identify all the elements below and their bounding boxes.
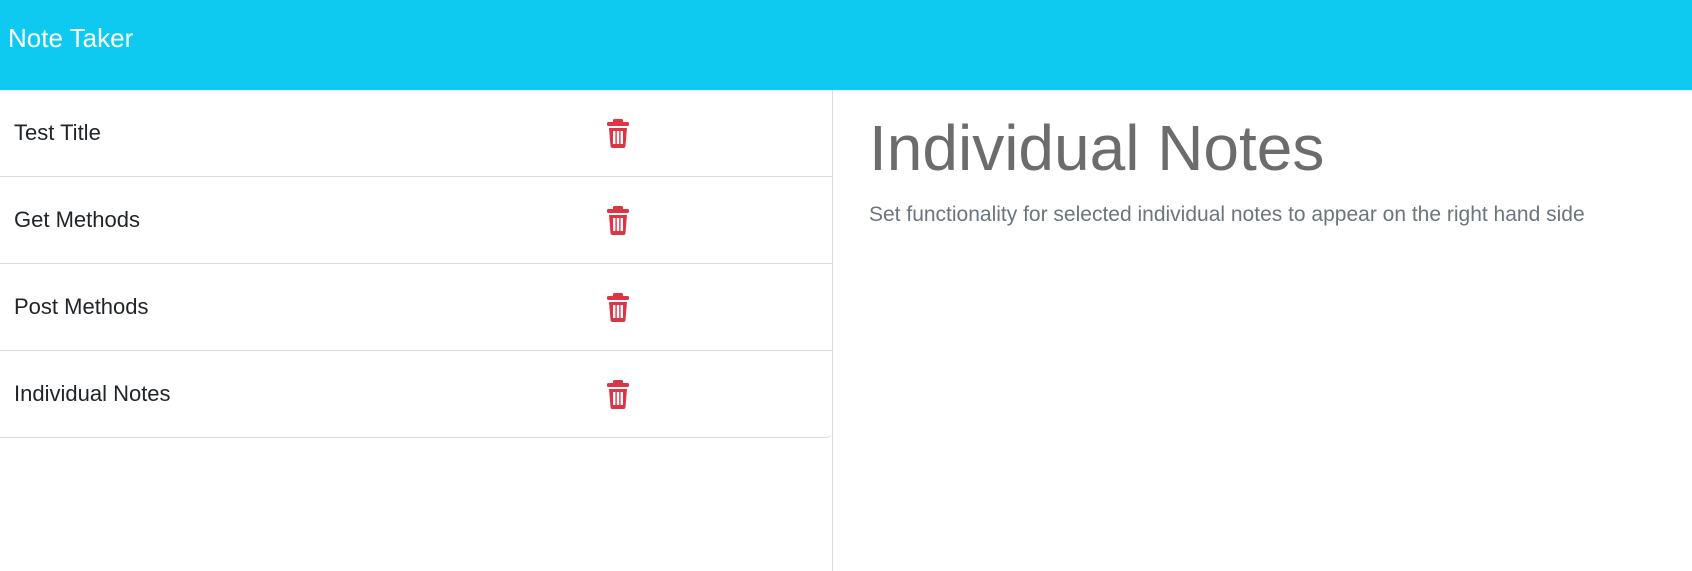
list-item[interactable]: Individual Notes xyxy=(0,351,832,438)
note-detail-title: Individual Notes xyxy=(869,112,1325,184)
navbar: Note Taker xyxy=(0,0,1692,90)
app-brand[interactable]: Note Taker xyxy=(8,22,133,54)
notes-list-panel: Test Title Get Methods Post Methods Indi… xyxy=(0,90,833,571)
trash-icon[interactable] xyxy=(604,292,632,322)
notes-list: Test Title Get Methods Post Methods Indi… xyxy=(0,90,832,438)
note-title[interactable]: Test Title xyxy=(14,90,101,176)
note-title[interactable]: Individual Notes xyxy=(14,351,171,437)
note-title[interactable]: Get Methods xyxy=(14,177,140,263)
trash-icon[interactable] xyxy=(604,118,632,148)
note-detail-text: Set functionality for selected individua… xyxy=(869,203,1585,226)
trash-icon[interactable] xyxy=(604,379,632,409)
note-title[interactable]: Post Methods xyxy=(14,264,149,350)
list-item[interactable]: Test Title xyxy=(0,90,832,177)
list-item[interactable]: Get Methods xyxy=(0,177,832,264)
list-item[interactable]: Post Methods xyxy=(0,264,832,351)
note-detail-panel: Individual Notes Set functionality for s… xyxy=(834,90,1692,571)
trash-icon[interactable] xyxy=(604,205,632,235)
